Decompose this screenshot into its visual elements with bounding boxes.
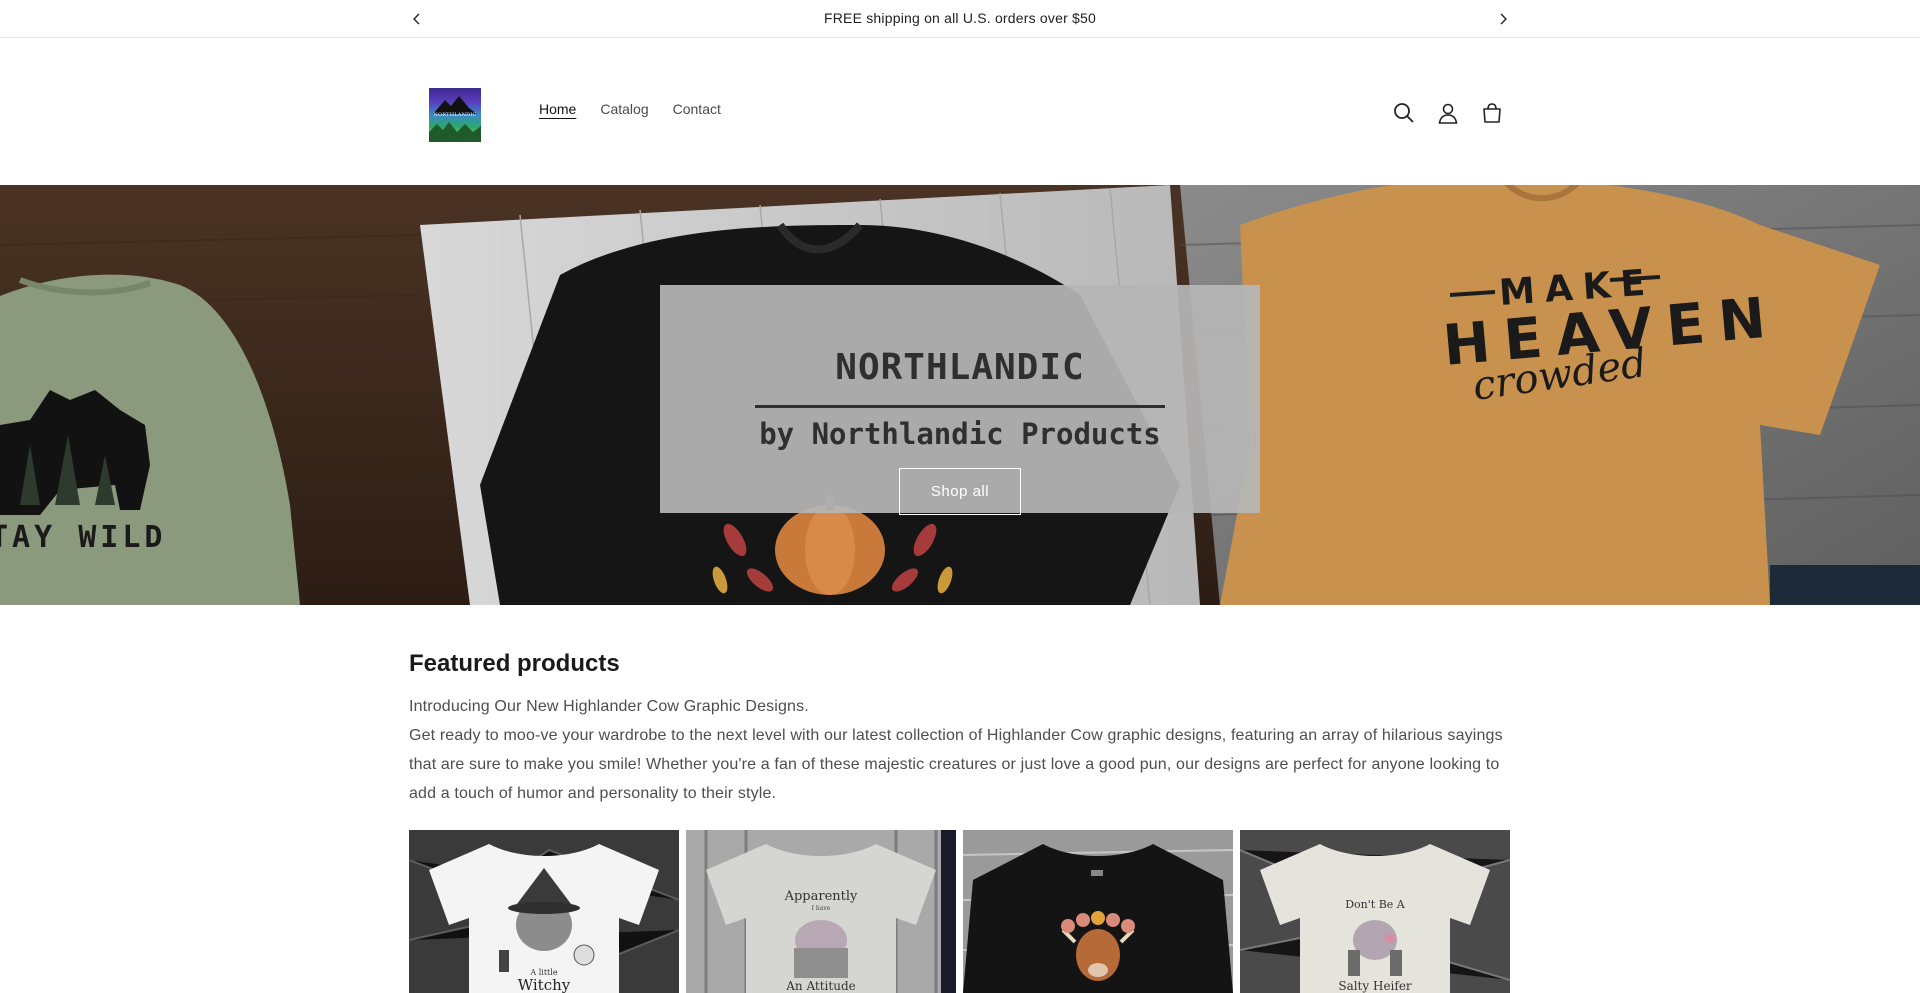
product-1-text: Witchy	[518, 976, 571, 993]
nav-catalog[interactable]: Catalog	[600, 101, 648, 117]
product-image	[963, 830, 1233, 993]
main-nav: Home Catalog Contact	[539, 101, 721, 117]
featured-intro-line: Introducing Our New Highlander Cow Graph…	[409, 698, 809, 715]
product-2-top-text: Apparently	[784, 889, 858, 904]
product-card[interactable]: Apparently I have An Attitude	[686, 830, 956, 993]
cart-icon	[1483, 103, 1501, 123]
search-icon	[1394, 103, 1414, 123]
chevron-right-icon	[1500, 13, 1507, 25]
featured-products-title: Featured products	[409, 650, 620, 677]
account-icon	[1438, 103, 1458, 124]
shop-all-button[interactable]: Shop all	[899, 468, 1021, 515]
site-header: NORTHLANDIC Home Catalog Contact	[0, 38, 1920, 185]
product-card[interactable]	[963, 830, 1233, 993]
announcement-text: FREE shipping on all U.S. orders over $5…	[824, 10, 1096, 26]
product-4-text: Salty Heifer	[1338, 979, 1412, 993]
nav-contact[interactable]: Contact	[673, 101, 721, 117]
hero-title: NORTHLANDIC	[835, 347, 1085, 388]
left-shirt-text: TAY WILD	[0, 520, 167, 555]
product-image: Don't Be A Salty Heifer	[1240, 830, 1510, 993]
product-card[interactable]: A little Witchy	[409, 830, 679, 993]
product-image: A little Witchy	[409, 830, 679, 993]
product-image: Apparently I have An Attitude	[686, 830, 956, 993]
account-button[interactable]	[1434, 99, 1462, 127]
hero-banner: TAY WILD MAKE HEAVEN crowded NORTHLANDIC…	[0, 185, 1920, 605]
featured-body-text: Get ready to moo-ve your wardrobe to the…	[409, 727, 1503, 802]
product-2-small-text: I have	[812, 905, 831, 912]
logo-text: NORTHLANDIC	[433, 112, 477, 118]
product-4-top-text: Don't Be A	[1345, 898, 1406, 911]
product-grid: A little Witchy Apparently I have An Att…	[409, 830, 1510, 993]
hero-divider	[755, 405, 1165, 408]
featured-products-description: Introducing Our New Highlander Cow Graph…	[409, 692, 1509, 808]
nav-home[interactable]: Home	[539, 101, 576, 117]
announcement-next-button[interactable]	[1493, 9, 1513, 29]
product-card[interactable]: Don't Be A Salty Heifer	[1240, 830, 1510, 993]
product-2-text: An Attitude	[785, 979, 855, 993]
search-button[interactable]	[1390, 99, 1418, 127]
store-logo[interactable]: NORTHLANDIC	[429, 88, 481, 142]
hero-subtitle: by Northlandic Products	[759, 417, 1161, 451]
announcement-bar: FREE shipping on all U.S. orders over $5…	[0, 0, 1920, 38]
cart-button[interactable]	[1478, 99, 1506, 127]
